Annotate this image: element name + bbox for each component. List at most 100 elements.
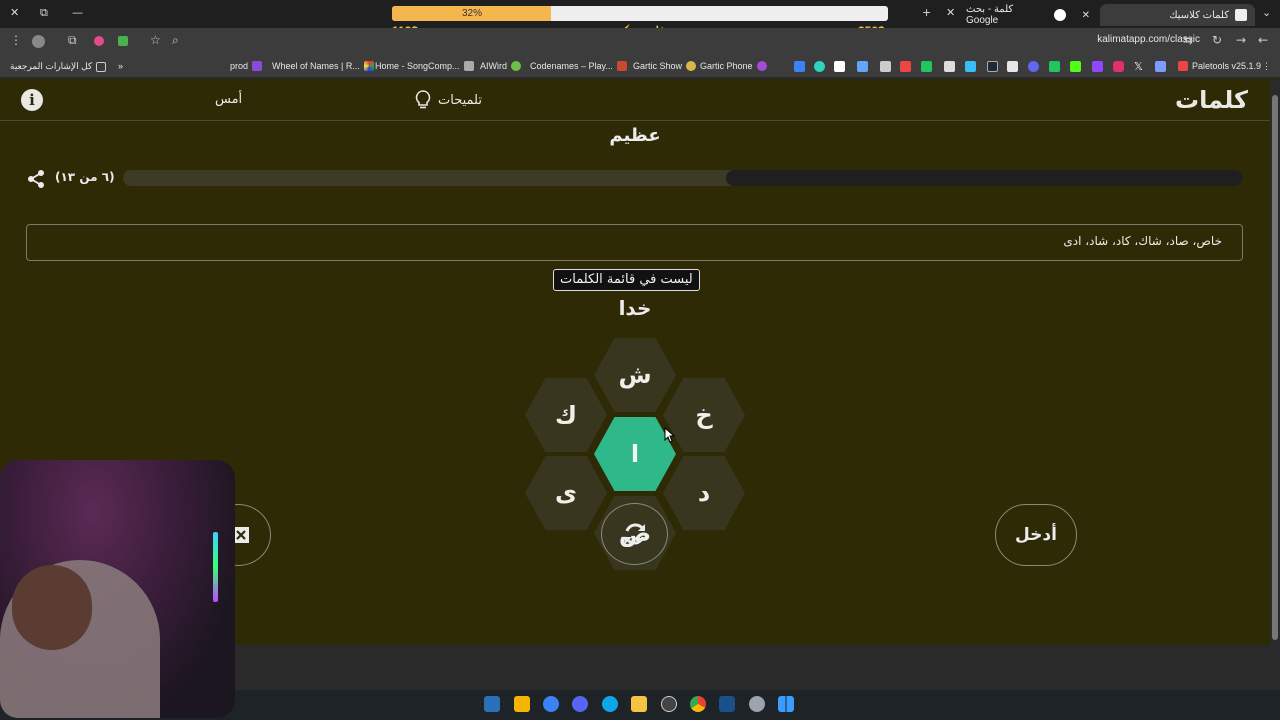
found-words-box[interactable]: خاص، صاد، شاك، كاد، شاد، ادى — [26, 224, 1243, 261]
profile-avatar[interactable] — [32, 35, 45, 48]
rockstar-taskbar-icon[interactable] — [514, 696, 530, 712]
bookmark-icon-9[interactable] — [965, 61, 976, 72]
menu-dots-icon[interactable]: ⋮ — [10, 33, 22, 47]
shuffle-button[interactable] — [601, 503, 668, 565]
gartic-phone-icon — [756, 61, 767, 71]
progress-track — [123, 170, 1243, 186]
bookmark-star-icon[interactable]: ☆ — [150, 33, 161, 47]
share-icon[interactable] — [26, 169, 46, 189]
hints-button[interactable]: تلميحات — [414, 90, 482, 110]
tab-close-icon[interactable]: ✕ — [1082, 10, 1090, 21]
windows-start-icon[interactable] — [778, 696, 794, 712]
bookmark-icon-11[interactable] — [1049, 61, 1060, 72]
extensions-icon[interactable]: ⧉ — [68, 33, 77, 48]
restore-window-icon[interactable]: ⧉ — [40, 6, 48, 20]
chrome-taskbar-icon[interactable] — [690, 696, 706, 712]
bookmarks-overflow-icon[interactable]: » — [118, 61, 123, 71]
extension-shield-icon[interactable] — [118, 36, 128, 46]
steam-taskbar-icon-2[interactable] — [719, 696, 735, 712]
rank-label: عظيم — [609, 125, 661, 146]
bookmark-all-bookmarks[interactable]: كل الإشارات المرجعية — [10, 61, 107, 72]
minimize-window-icon[interactable]: — — [72, 6, 83, 19]
shuffle-icon — [624, 523, 645, 545]
zoom-icon[interactable]: ⌕ — [172, 33, 179, 48]
bookmark-icon-7[interactable] — [921, 61, 932, 72]
folder-icon — [96, 61, 107, 72]
app-header — [0, 80, 1270, 121]
scrollbar-thumb[interactable] — [1272, 95, 1278, 640]
extension-badge-icon[interactable] — [94, 36, 104, 46]
twitch-icon — [252, 61, 263, 71]
rgb-light — [213, 532, 218, 602]
back-icon[interactable]: ← — [1258, 33, 1268, 47]
bookmark-icon-4[interactable] — [857, 61, 868, 72]
current-word-input: خدا — [618, 296, 652, 320]
bookmark-icon-6[interactable] — [900, 61, 911, 72]
letter-hex-top-left[interactable]: ك — [525, 378, 607, 452]
close-window-icon[interactable]: ✕ — [10, 6, 19, 19]
letter-hex-bottom-left[interactable]: ى — [525, 456, 607, 530]
new-tab-icon[interactable]: + — [922, 6, 931, 19]
youtube-icon — [1178, 61, 1188, 71]
wheel-icon — [363, 61, 374, 71]
not-in-word-list-toast: ليست في قائمة الكلمات — [553, 269, 700, 291]
enter-button[interactable]: أدخل — [995, 504, 1077, 566]
codenames-icon — [616, 61, 627, 71]
yesterday-button[interactable]: أمس — [215, 92, 242, 107]
bookmark-overflow-right-icon[interactable]: ⋮ — [1262, 61, 1271, 72]
bookmark-songcomp[interactable]: Home - SongComp... — [375, 61, 474, 71]
app-taskbar-icon[interactable] — [543, 696, 559, 712]
obs-taskbar-icon[interactable] — [661, 696, 677, 712]
gartic-icon — [686, 61, 697, 71]
bookmark-icon-1[interactable] — [794, 61, 805, 72]
discord-taskbar-icon[interactable] — [572, 696, 588, 712]
letter-hex-bottom-right[interactable]: د — [663, 456, 745, 530]
bookmark-aiwird[interactable]: AIWird — [480, 61, 521, 71]
lightbulb-icon — [415, 90, 431, 109]
google-icon — [1053, 9, 1066, 21]
bookmark-wheel-of-names[interactable]: Wheel of Names | R... — [272, 61, 374, 71]
info-icon[interactable]: i — [21, 89, 43, 111]
bookmark-icon-2[interactable] — [814, 61, 825, 72]
streamer-head — [12, 565, 92, 650]
progress-count: (٦ من ١٣) — [55, 170, 115, 184]
bookmark-icon-3[interactable] — [834, 61, 845, 72]
bookmark-icon-8[interactable] — [944, 61, 955, 72]
file-explorer-taskbar-icon[interactable] — [631, 696, 647, 712]
progress-fill — [726, 170, 1243, 186]
instagram-icon[interactable] — [1113, 61, 1124, 72]
aiwird-icon — [511, 61, 521, 71]
mouse-cursor-icon — [664, 427, 676, 443]
bookmark-icon-12[interactable] — [1155, 61, 1166, 72]
bookmark-icon-10[interactable] — [1028, 61, 1039, 72]
site-settings-icon[interactable]: ⇆ — [1183, 33, 1193, 47]
kick-icon[interactable] — [1070, 61, 1081, 72]
bookmark-codenames[interactable]: Codenames – Play... — [530, 61, 627, 71]
bookmark-gartic-phone[interactable]: Gartic Phone — [700, 61, 767, 71]
steam-taskbar-icon[interactable] — [484, 696, 500, 712]
kalimat-favicon-icon — [1235, 9, 1247, 21]
edge-taskbar-icon[interactable] — [602, 696, 618, 712]
bookmark-icon-5[interactable] — [880, 61, 891, 72]
bookmark-gartic-show[interactable]: Gartic Show — [633, 61, 697, 71]
settings-taskbar-icon[interactable] — [749, 696, 765, 712]
tab-kalimat[interactable]: كلمات كلاسيك — [1100, 4, 1255, 26]
overlay-percent-label: 32% — [461, 8, 482, 19]
webcam-overlay — [0, 460, 235, 718]
address-bar[interactable]: kalimatapp.com/classic — [1070, 34, 1200, 50]
tab-close-icon[interactable]: ✕ — [946, 6, 955, 19]
reload-icon[interactable]: ↻ — [1212, 33, 1222, 47]
app-logo[interactable]: كلمات — [1175, 86, 1248, 114]
found-words-list: خاص، صاد، شاك، كاد، شاد، ادى — [1063, 234, 1222, 248]
overlay-progress-bar: 32% — [392, 6, 888, 21]
tab-google-search[interactable]: كلمة - بحث Google ✕ — [958, 4, 1098, 26]
forward-icon[interactable]: → — [1236, 33, 1246, 47]
twitch-bookmark-icon[interactable] — [1092, 61, 1103, 72]
bookmark-paletools[interactable]: Paletools v25.1.9 — [1178, 61, 1261, 71]
discord-icon[interactable] — [1007, 61, 1018, 72]
letter-hex-top[interactable]: ش — [594, 338, 676, 412]
tab-list-chevron-icon[interactable]: ⌄ — [1262, 6, 1271, 19]
github-icon[interactable] — [987, 61, 998, 72]
x-icon[interactable]: 𝕏 — [1134, 60, 1145, 73]
bookmark-prod[interactable]: prod — [230, 61, 263, 71]
